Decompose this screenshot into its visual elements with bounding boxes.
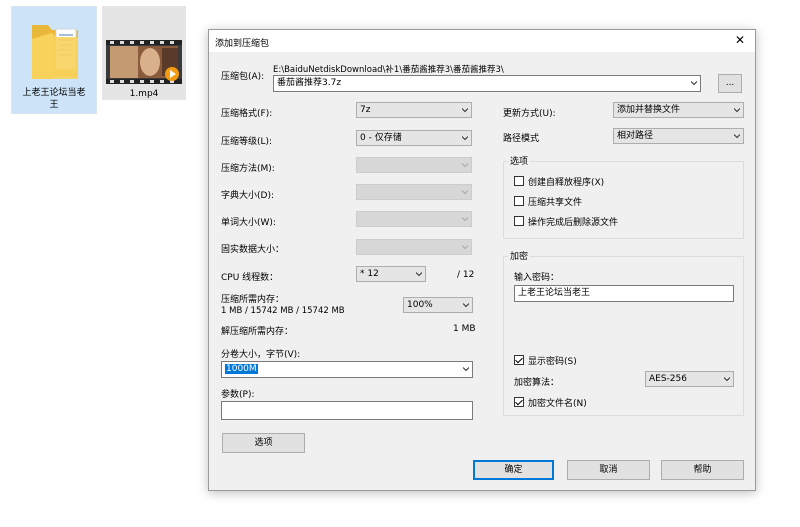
- chevron-down-icon[interactable]: [691, 80, 697, 86]
- encryption-group: 加密 输入密码： 上老王论坛当老王 显示密码(S) 加密算法： AES-256 …: [503, 252, 744, 416]
- format-label: 压缩格式(F):: [221, 109, 273, 119]
- chevron-down-icon: [462, 216, 468, 222]
- chevron-down-icon[interactable]: [462, 135, 468, 141]
- volume-combo[interactable]: 1000M: [221, 361, 473, 378]
- dialog-title: 添加到压缩包: [215, 39, 270, 49]
- delete-after-checkbox[interactable]: [514, 216, 524, 226]
- dict-size-label: 字典大小(D):: [221, 191, 274, 201]
- delete-after-label: 操作完成后删除源文件: [528, 218, 619, 228]
- update-mode-value: 添加并替换文件: [617, 105, 681, 115]
- chevron-down-icon[interactable]: [463, 366, 469, 372]
- solid-size-combo: [356, 239, 472, 255]
- video-thumbnail-icon: [106, 40, 182, 87]
- desktop-icon-folder-label: 上老王论坛当老 王: [22, 88, 86, 110]
- chevron-down-icon[interactable]: [462, 107, 468, 113]
- encryption-group-title: 加密: [508, 252, 531, 262]
- update-mode-label: 更新方式(U):: [503, 109, 556, 119]
- cpu-threads-value: * 12: [360, 269, 379, 279]
- cpu-threads-combo[interactable]: * 12: [356, 266, 426, 282]
- mem-compress-detail: 1 MB / 15742 MB / 15742 MB: [221, 306, 345, 316]
- show-password-checkbox[interactable]: [514, 355, 524, 365]
- format-combo[interactable]: 7z: [356, 102, 472, 118]
- chevron-down-icon[interactable]: [724, 376, 730, 382]
- mem-compress-label: 压缩所需内存：: [221, 295, 285, 305]
- chevron-down-icon[interactable]: [463, 302, 469, 308]
- show-password-label: 显示密码(S): [528, 357, 577, 367]
- add-to-archive-dialog: 添加到压缩包 ✕ 压缩包(A): E:\BaiduNetdiskDownload…: [208, 29, 756, 491]
- shared-label: 压缩共享文件: [528, 198, 583, 208]
- close-icon[interactable]: ✕: [733, 33, 747, 47]
- solid-size-label: 固实数据大小：: [221, 245, 285, 255]
- archive-filename-value: 番茄酱推荐3.7z: [277, 78, 342, 88]
- desktop-icon-folder[interactable]: 上老王论坛当老 王: [11, 6, 97, 114]
- format-value: 7z: [360, 105, 371, 115]
- encryption-method-value: AES-256: [649, 374, 687, 384]
- chevron-down-icon: [462, 244, 468, 250]
- encryption-method-combo[interactable]: AES-256: [645, 371, 734, 387]
- method-combo: [356, 157, 472, 173]
- chevron-down-icon: [462, 189, 468, 195]
- cpu-threads-max: / 12: [457, 270, 475, 280]
- folder-icon: [26, 15, 84, 84]
- browse-button[interactable]: ...: [718, 74, 742, 93]
- desktop-icon-video-label: 1.mp4: [129, 89, 159, 99]
- desktop-icon-video[interactable]: 1.mp4: [102, 6, 186, 100]
- options-button[interactable]: 选项: [222, 433, 305, 453]
- password-input[interactable]: 上老王论坛当老王: [514, 285, 734, 302]
- mem-decompress-value: 1 MB: [453, 324, 476, 334]
- chevron-down-icon[interactable]: [734, 133, 740, 139]
- path-mode-value: 相对路径: [617, 131, 654, 141]
- cancel-button[interactable]: 取消: [567, 460, 650, 480]
- sfx-checkbox[interactable]: [514, 176, 524, 186]
- encrypt-names-label: 加密文件名(N): [528, 399, 587, 409]
- chevron-down-icon[interactable]: [734, 107, 740, 113]
- options-group-title: 选项: [508, 157, 531, 167]
- mem-decompress-label: 解压缩所需内存：: [221, 327, 294, 337]
- params-input[interactable]: [221, 401, 473, 420]
- path-mode-combo[interactable]: 相对路径: [613, 128, 744, 144]
- dict-size-combo: [356, 184, 472, 200]
- method-label: 压缩方法(M):: [221, 164, 275, 174]
- encrypt-names-checkbox[interactable]: [514, 397, 524, 407]
- shared-checkbox[interactable]: [514, 196, 524, 206]
- level-value: 0 - 仅存储: [360, 133, 402, 143]
- ok-button[interactable]: 确定: [473, 460, 554, 480]
- options-group: 选项 创建自释放程序(X) 压缩共享文件 操作完成后删除源文件: [503, 157, 744, 239]
- chevron-down-icon[interactable]: [416, 271, 422, 277]
- chevron-down-icon: [462, 162, 468, 168]
- title-bar[interactable]: 添加到压缩包 ✕: [209, 30, 755, 52]
- word-size-label: 单词大小(W):: [221, 218, 276, 228]
- archive-label: 压缩包(A):: [221, 72, 265, 82]
- path-mode-label: 路径模式: [503, 134, 540, 144]
- mem-percent-combo[interactable]: 100%: [403, 297, 473, 313]
- level-combo[interactable]: 0 - 仅存储: [356, 130, 472, 146]
- update-mode-combo[interactable]: 添加并替换文件: [613, 102, 744, 118]
- word-size-combo: [356, 211, 472, 227]
- encryption-method-label: 加密算法：: [514, 378, 560, 388]
- sfx-label: 创建自释放程序(X): [528, 178, 605, 188]
- archive-path: E:\BaiduNetdiskDownload\补1\番茄酱推荐3\番茄酱推荐3…: [273, 65, 504, 75]
- level-label: 压缩等级(L):: [221, 137, 273, 147]
- archive-filename-combo[interactable]: 番茄酱推荐3.7z: [273, 75, 701, 92]
- help-button[interactable]: 帮助: [661, 460, 744, 480]
- mem-percent-value: 100%: [407, 300, 433, 310]
- params-label: 参数(P):: [221, 390, 255, 400]
- password-label: 输入密码：: [514, 273, 560, 283]
- volume-label: 分卷大小，字节(V):: [221, 350, 301, 360]
- cpu-threads-label: CPU 线程数：: [221, 273, 279, 283]
- volume-value: 1000M: [225, 364, 258, 374]
